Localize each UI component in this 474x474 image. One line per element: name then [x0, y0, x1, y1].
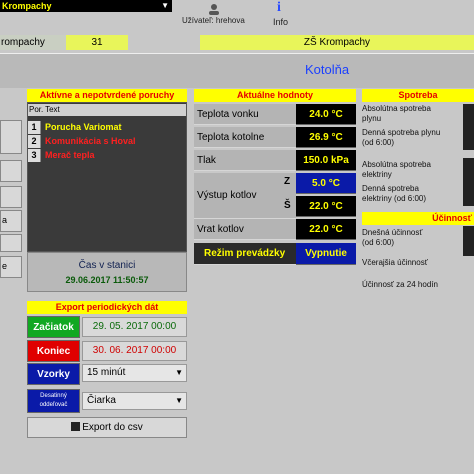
nav-button-4[interactable]: a: [0, 210, 22, 232]
fault-index: 2: [28, 135, 41, 148]
boiler-output-label: Výstup kotlov: [194, 173, 296, 219]
operation-mode-value[interactable]: Vypnutie: [296, 243, 356, 265]
export-csv-label: Export do csv: [82, 422, 143, 433]
faults-header: Por. Text: [28, 104, 186, 116]
operation-mode-label: Režim prevádzky: [194, 243, 296, 265]
return-temp-value: 22.0 °C: [296, 219, 356, 240]
return-temp-label: Vrat kotlov: [194, 219, 296, 240]
nav-button-5[interactable]: [0, 234, 22, 252]
status-school: ZŠ Krompachy: [200, 35, 474, 50]
gas-abs-label: Absolútna spotreba plynu: [362, 104, 431, 123]
el-day-label: Denná spotreba elektriny (od 6:00): [362, 184, 427, 203]
faults-title: Aktívne a nepotvrdené poruchy: [27, 89, 187, 102]
export-end-label: Koniec: [27, 340, 80, 362]
faults-col-index: Por.: [29, 105, 44, 114]
export-csv-button[interactable]: Export do csv: [27, 417, 187, 438]
user-icon[interactable]: [208, 3, 220, 15]
fault-text: Komunikácia s Hoval: [45, 136, 136, 146]
fault-index: 1: [28, 121, 41, 134]
info-icon[interactable]: i: [277, 0, 281, 16]
electricity-value-block: [463, 158, 474, 206]
station-time-panel: Čas v stanici 29.06.2017 11:50:57: [27, 252, 187, 292]
export-end-field[interactable]: 30. 06. 2017 00:00: [82, 341, 187, 361]
location-select-value: Krompachy: [2, 1, 52, 11]
status-location: rompachy: [0, 35, 66, 50]
chevron-down-icon: ▼: [175, 368, 183, 377]
pressure-label: Tlak: [194, 150, 296, 171]
nav-button-1[interactable]: [0, 120, 22, 154]
efficiency-title: Účinnosť: [362, 212, 474, 225]
export-start-field[interactable]: 29. 05. 2017 00:00: [82, 317, 187, 337]
export-samples-label: Vzorky: [27, 363, 80, 385]
export-decimal-label: Desatinný oddeľovač: [27, 389, 80, 413]
fault-row[interactable]: 1 Porucha Variomat: [28, 121, 170, 134]
status-number: 31: [66, 35, 128, 50]
output-z-value: 5.0 °C: [296, 173, 356, 194]
export-decimal-value: Čiarka: [87, 395, 116, 406]
header-band: [0, 54, 474, 88]
output-s-value: 22.0 °C: [296, 196, 356, 217]
info-link[interactable]: Info: [273, 17, 288, 27]
gas-value-block: [463, 104, 474, 150]
station-time-value: 29.06.2017 11:50:57: [65, 275, 149, 285]
fault-text: Porucha Variomat: [45, 122, 122, 132]
floppy-disk-icon: [71, 422, 81, 431]
output-z-tag: Z: [284, 176, 291, 187]
efficiency-yesterday-label: Včerajšia účinnosť: [362, 258, 428, 267]
pressure-value: 150.0 kPa: [296, 150, 356, 171]
boiler-room-temp-value: 26.9 °C: [296, 127, 356, 148]
page-title: Kotolňa: [305, 62, 350, 77]
faults-col-text: Text: [45, 105, 60, 114]
output-s-tag: Š: [284, 200, 291, 211]
nav-button-6[interactable]: e: [0, 256, 22, 278]
export-title: Export periodických dát: [27, 301, 187, 314]
user-label: Užívateľ: hrehova: [182, 16, 245, 25]
chevron-down-icon: ▼: [161, 1, 169, 10]
station-time-label: Čas v stanici: [78, 260, 136, 271]
fault-row[interactable]: 2 Komunikácia s Hoval: [28, 135, 170, 148]
outdoor-temp-value: 24.0 °C: [296, 104, 356, 125]
gas-day-label: Denná spotreba plynu (od 6:00): [362, 128, 441, 147]
location-select[interactable]: Krompachy ▼: [0, 0, 172, 12]
boiler-room-temp-label: Teplota kotolne: [194, 127, 296, 148]
nav-button-3[interactable]: [0, 186, 22, 208]
el-abs-label: Absolútna spotreba elektriny: [362, 160, 431, 179]
fault-row[interactable]: 3 Merač tepla: [28, 149, 170, 162]
chevron-down-icon: ▼: [175, 396, 183, 405]
efficiency-24h-label: Účinnosť za 24 hodín: [362, 280, 438, 289]
export-decimal-select[interactable]: Čiarka ▼: [82, 392, 187, 410]
fault-index: 3: [28, 149, 41, 162]
efficiency-today-label: Dnešná účinnosť (od 6:00): [362, 228, 423, 247]
current-values-title: Aktuálne hodnoty: [194, 89, 356, 102]
efficiency-value-block: [463, 226, 474, 256]
export-samples-value: 15 minút: [87, 367, 126, 378]
fault-text: Merač tepla: [45, 150, 95, 160]
consumption-title: Spotreba: [362, 89, 474, 102]
outdoor-temp-label: Teplota vonku: [194, 104, 296, 125]
export-start-label: Začiatok: [27, 316, 80, 338]
export-samples-select[interactable]: 15 minút ▼: [82, 364, 187, 382]
nav-button-2[interactable]: [0, 160, 22, 182]
